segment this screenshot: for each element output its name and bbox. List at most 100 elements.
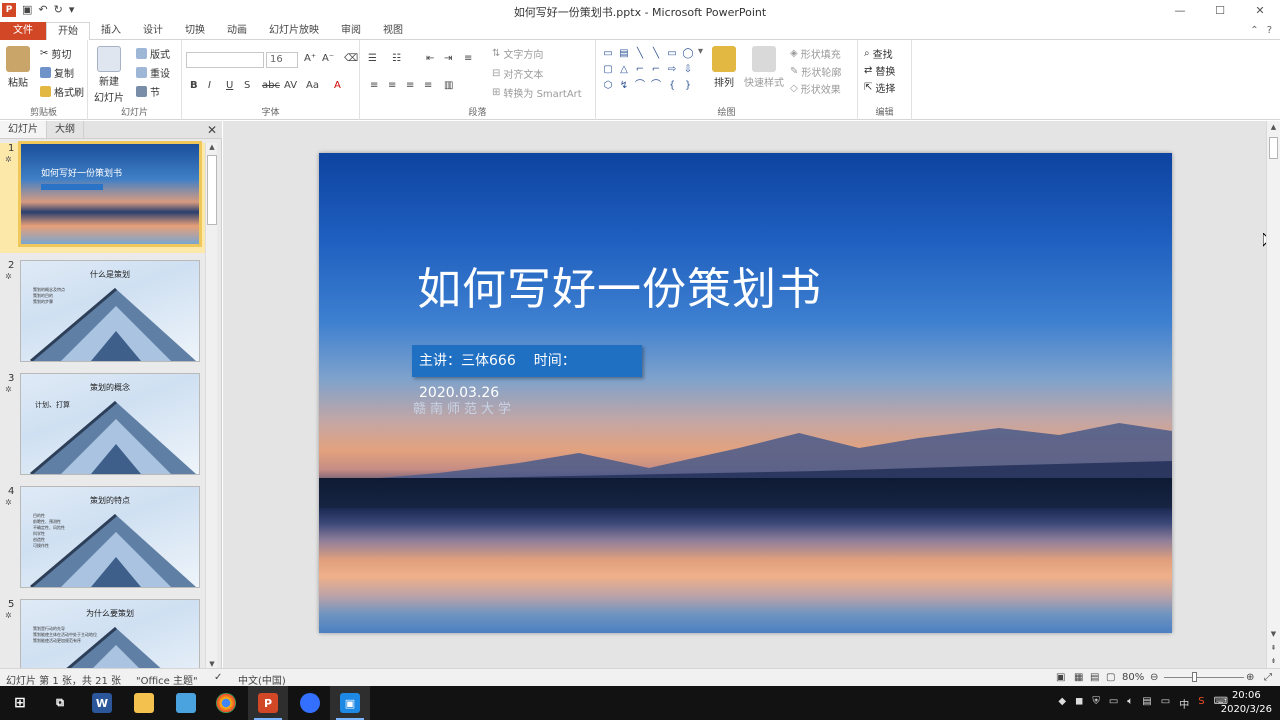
text-direction-button[interactable]: ⇅ 文字方向: [492, 46, 543, 61]
normal-view-icon[interactable]: ▣: [1056, 672, 1065, 683]
network-status-icon[interactable]: ▤: [1142, 696, 1151, 711]
tab-design[interactable]: 设计: [132, 22, 174, 40]
shrink-font-icon[interactable]: A⁻: [322, 53, 334, 64]
font-size-combo[interactable]: 16: [266, 52, 298, 68]
shape-fill-button[interactable]: ◈ 形状填充: [790, 46, 841, 61]
powerpoint-taskbar-icon[interactable]: P: [248, 686, 288, 720]
slide-scrollbar[interactable]: ▲ ▼ ⇞ ⇟: [1266, 121, 1280, 668]
presenter-info-box[interactable]: 主讲：三体666 时间：2020.03.26: [412, 345, 642, 401]
previous-slide-icon[interactable]: ⇞: [1267, 644, 1280, 652]
file-explorer-icon[interactable]: [124, 686, 164, 720]
feishu-icon[interactable]: [290, 686, 330, 720]
change-case-button[interactable]: Aa: [306, 80, 319, 91]
tab-home[interactable]: 开始: [46, 22, 90, 41]
tab-insert[interactable]: 插入: [90, 22, 132, 40]
select-button[interactable]: ⇱ 选择: [864, 80, 895, 95]
align-center-icon[interactable]: ≡: [388, 80, 396, 91]
chrome-icon[interactable]: [206, 686, 246, 720]
ribbon-minimize-icon[interactable]: ⌃: [1250, 22, 1258, 39]
tab-outline[interactable]: 大纲: [47, 121, 84, 138]
scroll-up-icon[interactable]: ▲: [206, 143, 218, 151]
align-text-button[interactable]: ⊟ 对齐文本: [492, 66, 543, 81]
close-icon[interactable]: ✕: [1240, 0, 1280, 22]
numbering-icon[interactable]: ☷: [392, 53, 401, 64]
zoom-level[interactable]: 80%: [1122, 672, 1144, 683]
tab-slides[interactable]: 幻灯片: [0, 121, 47, 138]
shape-effects-button[interactable]: ◇ 形状效果: [790, 81, 841, 96]
slideshow-view-icon[interactable]: ▢: [1106, 672, 1115, 683]
scroll-up-icon[interactable]: ▲: [1267, 123, 1280, 131]
increase-indent-icon[interactable]: ⇥: [444, 53, 452, 64]
decrease-indent-icon[interactable]: ⇤: [426, 53, 434, 64]
shapes-gallery[interactable]: ▭ ▤ ╲ ╲ ▭ ◯ ▢ △ ⌐ ⌐ ⇨ ⇩ ⬡ ↯ ⌒ ⌒{}: [600, 46, 696, 94]
scroll-down-icon[interactable]: ▼: [206, 660, 218, 668]
paste-button[interactable]: 粘贴: [6, 46, 30, 89]
justify-icon[interactable]: ≡: [424, 80, 432, 91]
font-color-button[interactable]: A: [334, 80, 341, 91]
slide-title[interactable]: 如何写好一份策划书: [417, 253, 822, 317]
tab-file[interactable]: 文件: [0, 22, 46, 40]
slide-thumbnail[interactable]: 1 ✲ 如何写好一份策划书: [0, 141, 205, 253]
align-left-icon[interactable]: ≡: [370, 80, 378, 91]
align-right-icon[interactable]: ≡: [406, 80, 414, 91]
reading-view-icon[interactable]: ▤: [1090, 672, 1099, 683]
tray-app-icon[interactable]: ◼: [1075, 696, 1083, 711]
find-button[interactable]: ⌕ 查找: [864, 46, 893, 61]
tab-review[interactable]: 审阅: [330, 22, 372, 40]
school-name[interactable]: 赣南师范大学: [413, 398, 515, 417]
cut-button[interactable]: ✂ 剪切: [40, 46, 71, 61]
sogou-icon[interactable]: S: [1198, 696, 1204, 711]
shield-icon[interactable]: ⛨: [1092, 696, 1100, 711]
bullets-icon[interactable]: ☰: [368, 53, 377, 64]
replace-button[interactable]: ⇄ 替换: [864, 63, 895, 78]
system-clock[interactable]: 20:06 2020/3/26: [1221, 689, 1272, 717]
slide-thumbnail[interactable]: 2 ✲ 什么是策划 策划的概念及特点 策划的目的 策划的步骤: [0, 260, 205, 370]
grow-font-icon[interactable]: A⁺: [304, 53, 316, 64]
thumbnail-scrollbar[interactable]: ▲ ▼: [205, 143, 217, 668]
tab-slideshow[interactable]: 幻灯片放映: [258, 22, 330, 40]
shadow-button[interactable]: S: [244, 80, 250, 91]
clear-format-icon[interactable]: ⌫: [344, 53, 358, 64]
strikethrough-button[interactable]: abc: [262, 80, 280, 91]
word-icon[interactable]: W: [82, 686, 122, 720]
shapes-more-icon[interactable]: ▾: [698, 46, 703, 57]
italic-button[interactable]: I: [208, 80, 211, 91]
slide-sorter-icon[interactable]: ▦: [1074, 672, 1083, 683]
screen-recorder-icon[interactable]: ▣: [330, 686, 370, 720]
next-slide-icon[interactable]: ⇟: [1267, 657, 1280, 665]
battery-icon[interactable]: ▭: [1161, 696, 1170, 711]
task-view-icon[interactable]: ⧉: [40, 686, 80, 720]
shape-outline-button[interactable]: ✎ 形状轮廓: [790, 64, 841, 79]
fit-to-window-icon[interactable]: ⤢: [1264, 672, 1272, 683]
bluetooth-icon[interactable]: ◆: [1058, 696, 1066, 711]
network-icon[interactable]: [166, 686, 206, 720]
slide-thumbnail[interactable]: 5 ✲ 为什么要策划 策划是行动的先导 策划能使主体在活动中处于主动地位 策划能…: [0, 599, 205, 668]
arrange-button[interactable]: 排列: [712, 46, 736, 89]
tab-transitions[interactable]: 切换: [174, 22, 216, 40]
help-icon[interactable]: ?: [1267, 22, 1272, 39]
language-indicator[interactable]: 中文(中国): [238, 672, 286, 687]
minimize-icon[interactable]: —: [1160, 0, 1200, 22]
current-slide[interactable]: 如何写好一份策划书 主讲：三体666 时间：2020.03.26 赣南师范大学: [319, 153, 1172, 633]
convert-smartart-button[interactable]: ⊞ 转换为 SmartArt: [492, 85, 582, 100]
display-icon[interactable]: ▭: [1109, 696, 1118, 711]
slide-thumbnail[interactable]: 3 ✲ 策划的概念 计划、打算: [0, 373, 205, 483]
quick-styles-button[interactable]: 快速样式: [744, 46, 784, 89]
zoom-slider-thumb[interactable]: [1192, 672, 1197, 682]
tab-view[interactable]: 视图: [372, 22, 414, 40]
underline-button[interactable]: U: [226, 80, 233, 91]
reset-button[interactable]: 重设: [136, 65, 170, 80]
scrollbar-thumb[interactable]: [1269, 137, 1278, 159]
scroll-down-icon[interactable]: ▼: [1267, 630, 1280, 638]
layout-button[interactable]: 版式: [136, 46, 170, 61]
close-pane-icon[interactable]: ✕: [207, 123, 217, 137]
line-spacing-icon[interactable]: ≡: [464, 53, 472, 64]
spell-check-icon[interactable]: ✓: [214, 672, 222, 683]
format-painter-button[interactable]: 格式刷: [40, 84, 84, 99]
char-spacing-button[interactable]: AV: [284, 80, 297, 91]
section-button[interactable]: 节: [136, 84, 160, 99]
zoom-out-icon[interactable]: ⊖: [1150, 672, 1158, 683]
zoom-slider[interactable]: [1164, 677, 1244, 678]
columns-icon[interactable]: ▥: [444, 80, 453, 91]
tab-animations[interactable]: 动画: [216, 22, 258, 40]
